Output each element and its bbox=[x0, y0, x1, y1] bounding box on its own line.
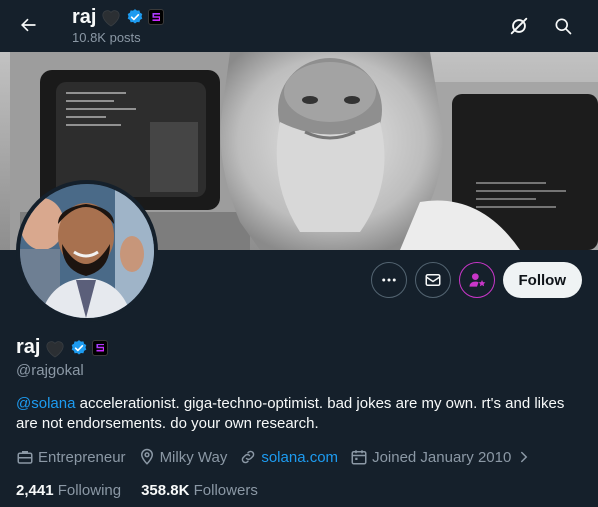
profile-actions: Follow bbox=[370, 262, 582, 298]
bio-mention-link[interactable]: @solana bbox=[16, 395, 75, 412]
profile-handle: @rajgokal bbox=[16, 362, 84, 379]
follow-stats: 2,441 Following 358.8K Followers bbox=[16, 482, 258, 499]
search-icon bbox=[555, 18, 572, 35]
location-item: Milky Way bbox=[138, 448, 228, 466]
link-icon bbox=[242, 450, 255, 464]
search-button[interactable] bbox=[546, 9, 580, 43]
profession-text: Entrepreneur bbox=[38, 448, 126, 466]
arrow-left-icon bbox=[21, 18, 36, 32]
profile-meta: Entrepreneur Milky Way solana.com Joined… bbox=[16, 448, 545, 466]
website-item[interactable]: solana.com bbox=[239, 448, 338, 466]
message-button[interactable] bbox=[414, 262, 451, 298]
profession-item: Entrepreneur bbox=[16, 448, 126, 466]
profile-name-row: raj bbox=[16, 336, 109, 359]
location-pin-icon bbox=[140, 448, 153, 465]
website-link[interactable]: solana.com bbox=[261, 449, 338, 466]
solana-badge-icon[interactable] bbox=[148, 9, 165, 25]
followers-count: 358.8K bbox=[141, 482, 190, 499]
header-titles: raj 10.8K posts bbox=[72, 5, 165, 46]
followers-label: Followers bbox=[193, 482, 258, 499]
envelope-icon bbox=[425, 274, 440, 286]
back-button[interactable] bbox=[10, 7, 46, 43]
briefcase-icon bbox=[17, 451, 33, 464]
post-count: 10.8K posts bbox=[72, 30, 141, 45]
header-name: raj bbox=[72, 6, 97, 28]
avatar[interactable] bbox=[16, 180, 158, 322]
verified-badge-icon[interactable] bbox=[70, 339, 88, 357]
profile-header: raj 10.8K posts bbox=[0, 0, 598, 52]
joined-item[interactable]: Joined January 2010 bbox=[350, 448, 533, 466]
joined-text: Joined January 2010 bbox=[372, 448, 512, 466]
avatar-photo bbox=[20, 184, 154, 318]
solana-badge-icon[interactable] bbox=[92, 339, 109, 356]
notifications-off-button[interactable] bbox=[502, 9, 536, 43]
following-stat[interactable]: 2,441 Following bbox=[16, 482, 121, 499]
more-button[interactable] bbox=[370, 262, 407, 298]
follow-button[interactable]: Follow bbox=[502, 262, 582, 298]
following-label: Following bbox=[57, 482, 122, 499]
chevron-right-icon bbox=[521, 451, 528, 463]
profile-name: raj bbox=[16, 336, 41, 358]
calendar-icon bbox=[351, 450, 367, 465]
header-name-row: raj bbox=[72, 5, 165, 29]
bio-text: accelerationist. giga-techno-optimist. b… bbox=[16, 395, 565, 432]
more-dots-icon bbox=[381, 278, 396, 282]
following-count: 2,441 bbox=[16, 482, 54, 499]
black-heart-icon bbox=[102, 10, 121, 27]
location-text: Milky Way bbox=[159, 448, 228, 466]
subscribe-button[interactable] bbox=[458, 262, 495, 298]
black-heart-icon bbox=[46, 340, 65, 358]
profile-bio: @solana accelerationist. giga-techno-opt… bbox=[16, 394, 576, 434]
user-star-icon bbox=[469, 273, 485, 287]
verified-badge-icon[interactable] bbox=[126, 8, 144, 26]
bell-off-icon bbox=[510, 17, 528, 35]
followers-stat[interactable]: 358.8K Followers bbox=[141, 482, 258, 499]
